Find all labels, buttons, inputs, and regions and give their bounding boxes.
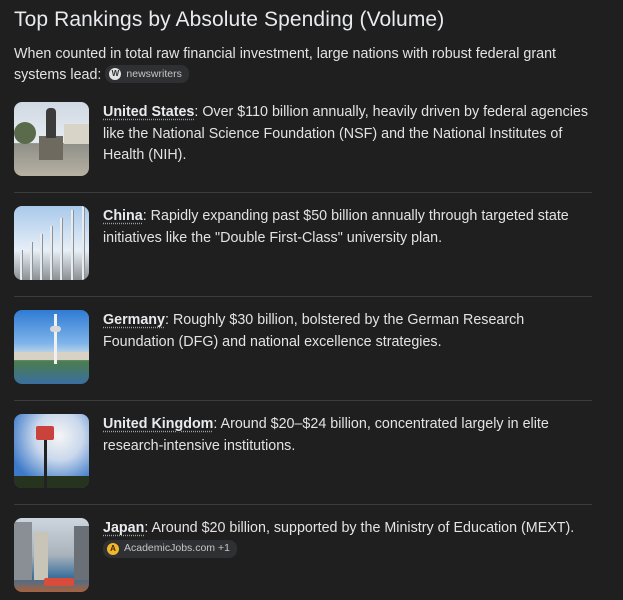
intro-text: When counted in total raw financial inve… bbox=[14, 46, 556, 83]
source-chip-newswriters[interactable]: Wnewswriters bbox=[105, 65, 189, 84]
columns-photo[interactable] bbox=[14, 206, 89, 280]
academicjobs-icon: A bbox=[107, 542, 119, 555]
item-name-link[interactable]: China bbox=[103, 208, 143, 224]
street-sign-photo[interactable] bbox=[14, 414, 89, 488]
item-name-link[interactable]: United States bbox=[103, 104, 194, 120]
item-name-link[interactable]: Germany bbox=[103, 312, 165, 328]
item-text: Germany: Roughly $30 billion, bolstered … bbox=[103, 312, 525, 350]
item-text: Japan: Around $20 billion, supported by … bbox=[103, 518, 592, 561]
item-description: Around $20 billion, supported by the Min… bbox=[148, 520, 575, 536]
list-item-united-states: United States: Over $110 billion annuall… bbox=[14, 102, 592, 192]
wordpress-icon: W bbox=[109, 68, 122, 81]
landmark-statue-photo[interactable] bbox=[14, 102, 89, 176]
rankings-list: United States: Over $110 billion annuall… bbox=[14, 102, 592, 600]
list-item-japan: Japan: Around $20 billion, supported by … bbox=[14, 504, 592, 600]
source-chip-academicjobs[interactable]: A AcademicJobs.com +1 bbox=[103, 539, 237, 558]
item-text: United States: Over $110 billion annuall… bbox=[103, 104, 589, 163]
list-item-china: China: Rapidly expanding past $50 billio… bbox=[14, 192, 592, 296]
tower-cityscape-photo[interactable] bbox=[14, 310, 89, 384]
item-name-link[interactable]: Japan bbox=[103, 520, 144, 536]
section-heading: Top Rankings by Absolute Spending (Volum… bbox=[14, 8, 445, 31]
answer-panel: Top Rankings by Absolute Spending (Volum… bbox=[0, 0, 623, 600]
item-text: China: Rapidly expanding past $50 billio… bbox=[103, 208, 569, 246]
item-name-link[interactable]: United Kingdom bbox=[103, 416, 213, 432]
list-item-united-kingdom: United Kingdom: Around $20–$24 billion, … bbox=[14, 400, 592, 504]
list-item-germany: Germany: Roughly $30 billion, bolstered … bbox=[14, 296, 592, 400]
canal-city-photo[interactable] bbox=[14, 518, 89, 592]
item-description: Rapidly expanding past $50 billion annua… bbox=[103, 208, 569, 246]
intro-paragraph: When counted in total raw financial inve… bbox=[14, 44, 592, 86]
source-chip-label: AcademicJobs.com +1 bbox=[124, 541, 230, 554]
source-chip-label: newswriters bbox=[126, 67, 182, 80]
item-text: United Kingdom: Around $20–$24 billion, … bbox=[103, 416, 549, 454]
